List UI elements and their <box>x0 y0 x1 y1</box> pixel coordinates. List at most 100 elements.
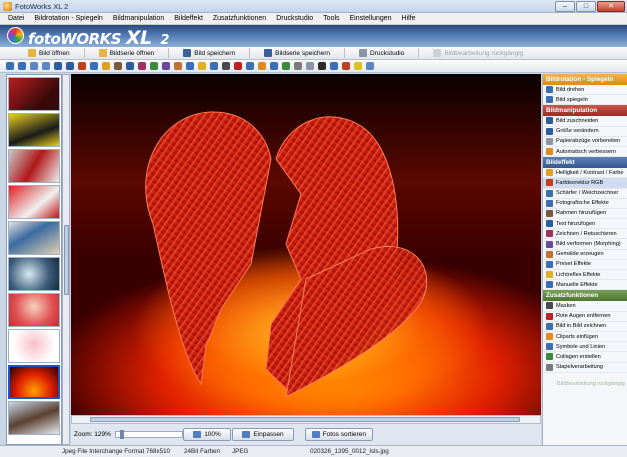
panel-item-gemaelde[interactable]: Gemälde erzeugen <box>543 250 627 260</box>
brightness-icon[interactable] <box>100 61 111 72</box>
rotate-left-icon[interactable] <box>4 61 15 72</box>
mask-icon[interactable] <box>220 61 231 72</box>
thumbnail-scroll-thumb[interactable] <box>64 225 69 295</box>
open-image-button[interactable]: Bild öffnen <box>20 48 78 59</box>
zoom-slider[interactable] <box>114 430 183 439</box>
menu-datei[interactable]: Datei <box>3 15 29 22</box>
sort-icon <box>312 431 320 438</box>
panel-item-fotografische[interactable]: Fotografische Effekte <box>543 199 627 209</box>
thumbnail-item[interactable] <box>8 149 60 183</box>
thumbnail-scrollbar[interactable] <box>62 74 70 445</box>
thumbnail-item[interactable] <box>8 293 60 327</box>
panel-item-groesse[interactable]: Größe verändern <box>543 127 627 137</box>
zoom-100-button[interactable]: 100% <box>183 428 231 441</box>
thumbnail-item[interactable] <box>8 185 60 219</box>
panel-item-morphing[interactable]: Bild verformen (Morphing) <box>543 239 627 250</box>
save-image-button[interactable]: Bild speichern <box>175 48 243 59</box>
panel-item-cliparts[interactable]: Cliparts einfügen <box>543 332 627 343</box>
color-icon[interactable] <box>76 61 87 72</box>
menu-bildrotation[interactable]: Bildrotation - Spiegeln <box>29 15 108 22</box>
panel-item-schaerfer[interactable]: Schärfer / Weichzeichner <box>543 189 627 199</box>
resize-icon[interactable] <box>64 61 75 72</box>
zoom-label: Zoom: 129% <box>74 431 111 438</box>
fit-button[interactable]: Einpassen <box>232 428 294 441</box>
panel-item-helligkeit[interactable]: Helligkeit / Kontrast / Farbe <box>543 168 627 179</box>
menu-druckstudio[interactable]: Druckstudio <box>271 15 318 22</box>
print-icon[interactable] <box>304 61 315 72</box>
panel-item-zuschneiden[interactable]: Bild zuschneiden <box>543 116 627 127</box>
undo-button[interactable]: Bildbearbeitung rückgängig <box>425 48 531 59</box>
panel-item-bild-in-bild[interactable]: Bild in Bild zeichnen <box>543 322 627 332</box>
flip-icon[interactable] <box>28 61 39 72</box>
panel-item-bild-drehen[interactable]: Bild drehen <box>543 85 627 96</box>
toolbar-separator <box>168 48 170 58</box>
morph-icon[interactable] <box>160 61 171 72</box>
manual-effect-icon[interactable] <box>208 61 219 72</box>
menu-zusatzfunktionen[interactable]: Zusatzfunktionen <box>208 15 271 22</box>
settings-icon[interactable] <box>364 61 375 72</box>
minimize-button[interactable]: – <box>555 1 575 12</box>
thumbnail-item[interactable] <box>8 221 60 255</box>
thumbnail-item[interactable] <box>8 113 60 147</box>
panel-item-preset[interactable]: Preset Effekte <box>543 260 627 270</box>
menu-einstellungen[interactable]: Einstellungen <box>345 15 397 22</box>
star-icon[interactable] <box>352 61 363 72</box>
sharpen-icon[interactable] <box>88 61 99 72</box>
maximize-button[interactable]: □ <box>576 1 596 12</box>
menu-tools[interactable]: Tools <box>318 15 344 22</box>
clipart-icon[interactable] <box>256 61 267 72</box>
picture-in-picture-icon[interactable] <box>244 61 255 72</box>
menu-bildmanipulation[interactable]: Bildmanipulation <box>108 15 169 22</box>
painting-icon[interactable] <box>172 61 183 72</box>
panel-item-rote-augen[interactable]: Rote Augen entfernen <box>543 312 627 322</box>
thumbnail-item[interactable] <box>8 77 60 111</box>
batch-icon[interactable] <box>292 61 303 72</box>
panel-item-symbole[interactable]: Symbole und Linien <box>543 342 627 353</box>
canvas-horizontal-scrollbar[interactable] <box>71 415 541 424</box>
panel-item-farbkorrektur[interactable]: Farbkorrektur RGB <box>543 178 627 189</box>
text-icon[interactable] <box>124 61 135 72</box>
open-series-button[interactable]: Bildserie öffnen <box>91 48 163 59</box>
painting-icon <box>546 250 553 258</box>
crop-icon[interactable] <box>52 61 63 72</box>
rotate-right-icon[interactable] <box>16 61 27 72</box>
red-eye-icon[interactable] <box>232 61 243 72</box>
panel-item-manuelle[interactable]: Manuelle Effekte <box>543 280 627 291</box>
panel-item-automatisch[interactable]: Automatisch verbessern <box>543 147 627 158</box>
save-series-button[interactable]: Bildserie speichern <box>256 48 338 59</box>
camera-icon[interactable] <box>328 61 339 72</box>
photo-icon[interactable] <box>340 61 351 72</box>
panel-item-papierabzuege[interactable]: Papierabzüge vorbereiten <box>543 137 627 147</box>
panel-undo-button[interactable]: Bildbearbeitung rückgängig <box>543 379 627 389</box>
thumbnail-item-selected[interactable] <box>8 365 60 399</box>
effect-icon[interactable] <box>148 61 159 72</box>
thumbnail-item[interactable] <box>8 329 60 363</box>
lens-flare-icon[interactable] <box>196 61 207 72</box>
print-studio-button[interactable]: Druckstudio <box>351 48 412 59</box>
panel-item-text[interactable]: Text hinzufügen <box>543 219 627 230</box>
panel-item-collagen[interactable]: Collagen erstellen <box>543 352 627 363</box>
close-button[interactable]: ✕ <box>597 1 625 12</box>
brush-icon[interactable] <box>136 61 147 72</box>
menu-bildeffekt[interactable]: Bildeffekt <box>169 15 208 22</box>
sort-photos-button[interactable]: Fotos sortieren <box>305 428 373 441</box>
eye-icon[interactable] <box>316 61 327 72</box>
thumbnail-item[interactable] <box>8 401 60 435</box>
panel-item-bild-spiegeln[interactable]: Bild spiegeln <box>543 95 627 106</box>
panel-item-rahmen[interactable]: Rahmen hinzufügen <box>543 209 627 220</box>
canvas-scroll-thumb[interactable] <box>90 417 520 422</box>
panel-item-lichtreflex[interactable]: Lichtreflex Effekte <box>543 270 627 281</box>
panel-item-zeichnen[interactable]: Zeichnen / Retuschieren <box>543 229 627 240</box>
panel-item-masken[interactable]: Masken <box>543 301 627 312</box>
symbol-icon[interactable] <box>268 61 279 72</box>
thumbnail-strip[interactable] <box>6 74 62 445</box>
thumbnail-item[interactable] <box>8 257 60 291</box>
panel-item-stapel[interactable]: Stapelverarbeitung <box>543 363 627 373</box>
preset-icon[interactable] <box>184 61 195 72</box>
image-canvas[interactable] <box>71 74 541 415</box>
menu-hilfe[interactable]: Hilfe <box>397 15 421 22</box>
collage-icon[interactable] <box>280 61 291 72</box>
mirror-icon[interactable] <box>40 61 51 72</box>
frame-icon[interactable] <box>112 61 123 72</box>
zoom-slider-handle[interactable] <box>119 430 124 439</box>
